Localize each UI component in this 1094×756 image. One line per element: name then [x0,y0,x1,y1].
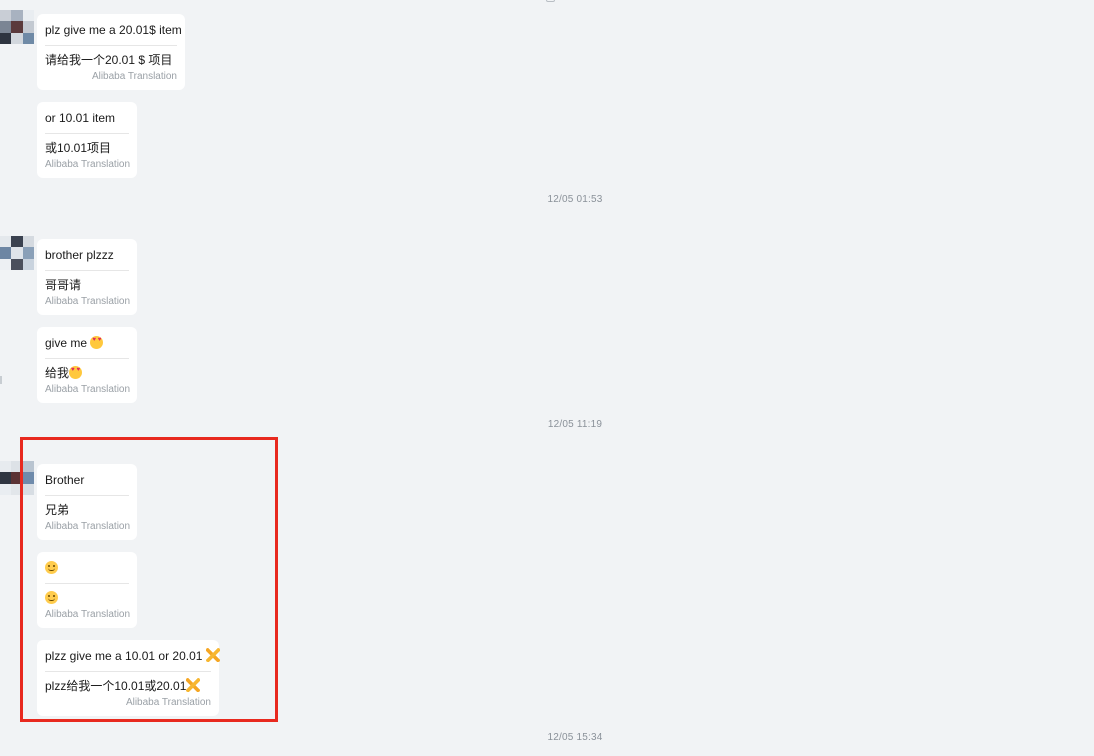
message-original-text: give me [45,335,129,359]
message-bubble[interactable]: plzz give me a 10.01 or 20.01 plzz给我一个10… [37,640,220,716]
translation-source-label: Alibaba Translation [91,71,177,82]
message-bubble[interactable]: Alibaba Translation [37,552,137,628]
translation-source-label: Alibaba Translation [125,697,211,708]
slightly-smiling-emoji-icon [45,591,58,604]
message-translated-text: 兄弟 [45,503,70,517]
message-translated-text: 哥哥请 [45,278,82,292]
translation-source-label: Alibaba Translation [45,159,131,170]
heart-eyes-emoji-icon [90,336,104,349]
translation-source-label: Alibaba Translation [45,384,131,395]
sender-avatar[interactable] [0,10,34,44]
translation-source-label: Alibaba Translation [45,296,131,307]
message-original-text [45,560,129,584]
message-original-text: plzz give me a 10.01 or 20.01 [45,648,220,672]
slightly-smiling-emoji-icon [45,561,58,574]
translation-source-label: Alibaba Translation [45,521,131,532]
message-bubble[interactable]: brother plzzz 哥哥请 Alibaba Translation [37,239,137,315]
chat-area: plz give me a 20.01$ item 请给我一个20.01 $ 项… [0,0,1094,756]
top-edge-icon [546,0,555,2]
message-original-text: brother plzzz [45,247,129,271]
message-translated-text [45,584,129,606]
sender-avatar[interactable] [0,236,34,270]
message-original-text-part: give me [45,336,91,350]
message-translated-text: 给我 [45,359,129,381]
message-bubble[interactable]: give me 给我 Alibaba Translation [37,327,137,403]
message-original-text-part: plzz give me a 10.01 or 20.01 [45,649,206,663]
message-translated-text: 请给我一个20.01 $ 项目 [45,53,173,67]
message-timestamp: 12/05 11:19 [547,419,603,430]
message-translated-text-part: plzz给我一个10.01或20.01 [45,679,187,693]
message-bubble[interactable]: or 10.01 item 或10.01项目 Alibaba Translati… [37,102,137,178]
heart-eyes-emoji-icon [69,366,83,379]
message-translated-text: plzz给我一个10.01或20.01 [45,672,211,694]
sender-avatar[interactable] [0,461,34,495]
message-timestamp: 12/05 15:34 [547,732,603,743]
message-translated-text: 或10.01项目 [45,141,112,155]
message-timestamp: 12/05 01:53 [547,194,603,205]
message-translated-text-part: 给我 [45,366,70,380]
message-original-text: or 10.01 item [45,110,129,134]
translation-source-label: Alibaba Translation [45,609,131,620]
left-edge-marker [0,376,2,384]
message-original-text: Brother [45,472,129,496]
folded-hands-emoji-icon [205,648,220,662]
folded-hands-emoji-icon [186,678,201,692]
message-original-text: plz give me a 20.01$ item [45,22,182,46]
message-bubble[interactable]: Brother 兄弟 Alibaba Translation [37,464,137,540]
message-bubble[interactable]: plz give me a 20.01$ item 请给我一个20.01 $ 项… [37,14,185,90]
